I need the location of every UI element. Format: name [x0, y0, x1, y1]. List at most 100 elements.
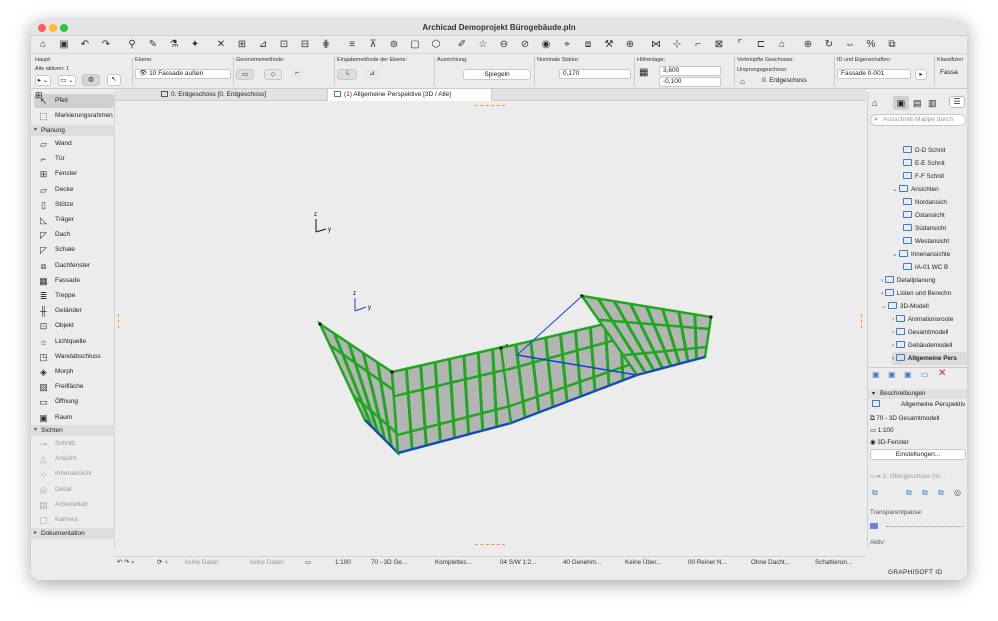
section-sichten[interactable]: ▾ Sichten — [31, 425, 115, 436]
undo-zoom-icon[interactable]: ↶ ↷ ⌕ — [117, 558, 135, 568]
navigator-item[interactable]: F-F Schnit — [903, 170, 944, 183]
intersect-icon[interactable]: ⊠ — [713, 39, 725, 51]
navigator-item[interactable]: Ostansicht — [903, 209, 945, 222]
globe-icon[interactable]: ⊕ — [624, 39, 636, 51]
lock-icon[interactable]: ⊚ — [388, 39, 400, 51]
transparency-slider[interactable] — [870, 523, 966, 531]
adjust-icon[interactable]: ⊹ — [671, 39, 683, 51]
tool-column[interactable]: ▯ Stütze — [34, 198, 114, 212]
paint-icon[interactable]: ⧈ — [582, 39, 594, 51]
layout-book-icon[interactable]: ▤ — [913, 98, 922, 109]
tool-marquee[interactable]: ⬚ Markierungsrahmen — [34, 109, 114, 123]
mirror-icon[interactable]: ⇔ — [844, 39, 856, 51]
beschreibungen-header[interactable]: ▾ Beschreibungen — [868, 389, 967, 399]
navigator-item[interactable]: › Detailplanung — [881, 274, 935, 287]
mirror-button[interactable]: Spiegeln — [463, 69, 531, 80]
tool-beam[interactable]: ◺ Träger — [34, 213, 114, 227]
section-planung[interactable]: ▾ Planung — [31, 125, 115, 136]
navigator-item[interactable]: Südansicht — [903, 222, 946, 235]
slider-track[interactable] — [886, 526, 964, 527]
chevron-icon[interactable]: ⌄ — [892, 186, 899, 193]
tool-camera[interactable]: ▢ Kamera — [34, 513, 114, 527]
pick-style-selector[interactable]: ▭ ⌄ — [58, 75, 76, 86]
box-icon[interactable]: ▢ — [409, 39, 421, 51]
inject-icon[interactable]: ⚗ — [168, 39, 180, 51]
tool-door[interactable]: ⌐ Tür — [34, 152, 114, 166]
navigator-item[interactable]: Westansicht — [903, 235, 949, 248]
split-icon[interactable]: ⋈ — [650, 39, 662, 51]
tool-elevation[interactable]: △ Ansicht — [34, 452, 114, 466]
tool-detail[interactable]: ◎ Detail — [34, 483, 114, 497]
trace-swap-icon[interactable]: ⧉ — [906, 488, 912, 498]
redo-icon[interactable]: ↷ — [100, 39, 112, 51]
save-icon[interactable]: ▣ — [58, 39, 70, 51]
tools-icon[interactable]: ⚒ — [603, 39, 615, 51]
tool-worksheet[interactable]: ▤ Arbeitsblatt — [34, 498, 114, 512]
home-icon[interactable]: ⌂ — [37, 39, 49, 51]
save-view-icon[interactable]: ▣ — [888, 370, 896, 379]
navigator-item[interactable]: › Allgemeine Pers — [892, 352, 967, 365]
trace-icon[interactable]: ⧉ — [872, 488, 878, 498]
crosshair-icon[interactable]: ✕ — [215, 39, 227, 51]
project-map-icon[interactable]: ⌂ — [872, 98, 877, 108]
story-field[interactable]: 0. Erdgeschoss — [759, 77, 831, 87]
input-plane-button[interactable]: └ — [337, 69, 357, 80]
pick-icon[interactable]: ⚲ — [126, 39, 138, 51]
status-schatt[interactable]: Schattierun... — [815, 558, 852, 568]
properties-button[interactable]: ▸ — [915, 69, 927, 80]
height-top-field[interactable]: 3,600 — [659, 66, 721, 76]
3d-viewport[interactable]: z y z y — [115, 102, 866, 548]
navigator-item[interactable]: › Animationsroute — [892, 313, 953, 326]
status-keine-daten-2[interactable]: keine Daten — [250, 558, 284, 568]
tool-roof[interactable]: ◸ Dach — [34, 228, 114, 242]
grid-snap-icon[interactable]: ⊡ — [278, 39, 290, 51]
status-dacht[interactable]: Ohne Dacht... — [751, 558, 790, 568]
delete-view-icon[interactable]: ✕ — [938, 368, 946, 379]
status-keine-daten-1[interactable]: keine Daten — [185, 558, 219, 568]
chevron-icon[interactable]: ⌄ — [892, 251, 899, 258]
tool-slab[interactable]: ▱ Decke — [34, 183, 114, 197]
navigator-item[interactable]: ⌄ 3D-Modell — [881, 300, 929, 313]
3d-view-icon[interactable]: ⬡ — [430, 39, 442, 51]
view-map-icon[interactable]: ▣ — [893, 96, 909, 110]
align-icon[interactable]: ≡ — [346, 39, 358, 51]
thickness-field[interactable]: 0,170 — [559, 69, 631, 79]
move-icon[interactable]: ⊕ — [802, 39, 814, 51]
roof-icon[interactable]: ⌂ — [776, 39, 788, 51]
navigator-item[interactable]: D-D Schnit — [903, 144, 945, 157]
navigator-item[interactable]: E-E Schnit — [903, 157, 945, 170]
status-scale[interactable]: 1:100 — [335, 558, 351, 568]
guide-icon[interactable]: ⊿ — [257, 39, 269, 51]
arrow-select-button[interactable]: ↖ — [107, 74, 121, 86]
geometry-rotated-button[interactable]: ⌐ — [291, 69, 303, 80]
tool-lamp[interactable]: ☼ Lichtquelle — [34, 335, 114, 349]
geometry-poly-button[interactable]: ◇ — [264, 69, 282, 80]
navigator-item[interactable]: ⌄ Ansichten — [892, 183, 939, 196]
section-icon[interactable]: ⊖ — [498, 39, 510, 51]
favorites-button[interactable]: ◍ — [82, 74, 100, 86]
graphisoft-id[interactable]: GRAPHISOFT ID — [888, 569, 942, 576]
snap-icon[interactable]: ⊞ — [236, 39, 248, 51]
tool-skylight[interactable]: ⧈ Dachfenster — [34, 259, 114, 273]
facade-wall-left[interactable] — [316, 320, 400, 457]
camera-icon[interactable]: ◉ — [540, 39, 552, 51]
trace-options-icon[interactable]: ◎ — [954, 488, 961, 497]
trace-reset-icon[interactable]: ⧉ — [938, 488, 944, 498]
navigator-item[interactable]: › Listen und Berechn — [881, 287, 951, 300]
copy-icon[interactable]: ⧉ — [886, 39, 898, 51]
navigator-item[interactable]: › Gebäudemodell — [892, 339, 952, 352]
view-grid-icon[interactable]: ⊞ — [35, 89, 43, 101]
layers-icon[interactable]: ⋕ — [320, 39, 332, 51]
tool-window[interactable]: ⊞ Fenster — [34, 167, 114, 181]
publisher-icon[interactable]: ▥ — [928, 98, 937, 109]
folder-view-icon[interactable]: ▣ — [904, 370, 912, 379]
tool-shell[interactable]: ◸ Schale — [34, 243, 114, 257]
einstellungen-button[interactable]: Einstellungen... — [870, 449, 966, 460]
tool-arrow[interactable]: ↖ Pfeil — [34, 94, 114, 108]
section-dokumentation[interactable]: ▸ Dokumentation — [31, 528, 115, 539]
orbit-icon[interactable]: ⟳ ♀ — [157, 558, 169, 568]
tool-wall-end[interactable]: ◳ Wandabschluss — [34, 350, 114, 364]
tool-railing[interactable]: ╫ Geländer — [34, 304, 114, 318]
tool-opening[interactable]: ▭ Öffnung — [34, 395, 114, 409]
offset-icon[interactable]: ⊏ — [755, 39, 767, 51]
